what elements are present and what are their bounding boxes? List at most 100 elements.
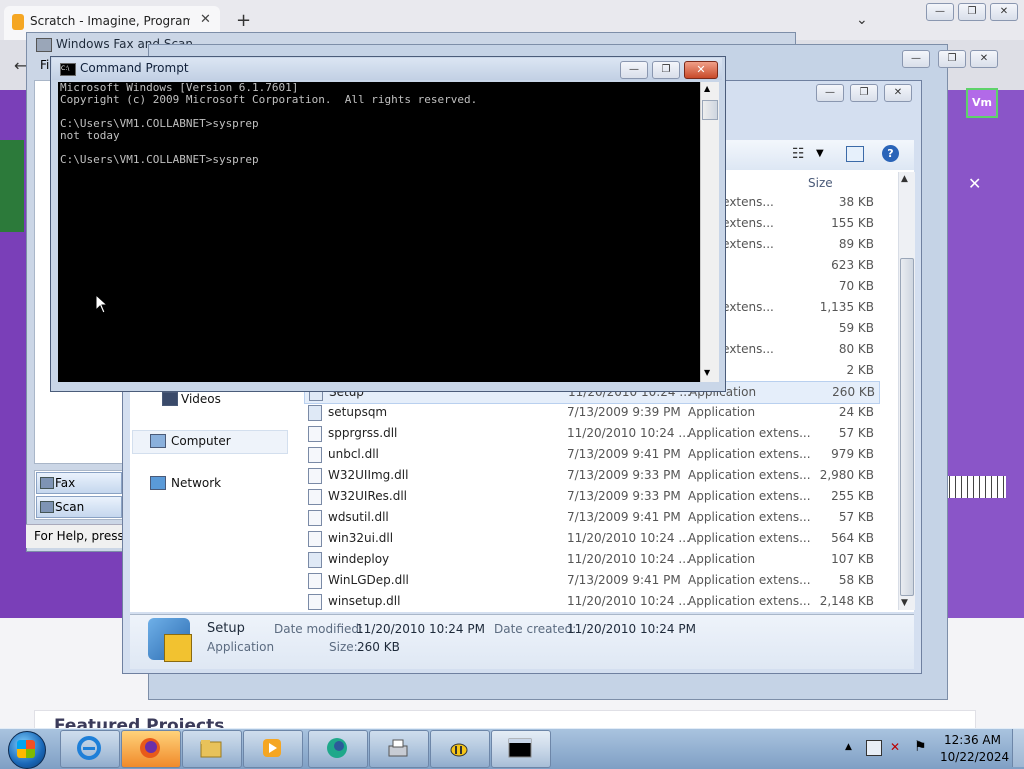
fax-status-bar: For Help, press F1 [26,524,122,548]
file-size: 59 KB [838,321,874,335]
file-size: 1,135 KB [819,300,874,314]
action-center-flag-icon[interactable]: ⚑ [914,739,927,755]
file-type: Application extens... [688,531,811,545]
file-type: Application extens... [688,510,811,524]
table-row[interactable]: wdsutil.dll 7/13/2009 9:41 PM Application … [304,507,878,528]
tab-close-icon[interactable]: ✕ [200,12,211,27]
file-size: 2,980 KB [819,468,874,482]
file-size: 979 KB [831,447,874,461]
file-date-modified: 7/13/2009 9:41 PM [567,447,681,461]
table-row[interactable]: WinLGDep.dll 7/13/2009 9:41 PM Application… [304,570,878,591]
clock-date[interactable]: 10/22/2024 [940,750,1009,764]
details-created-value: 11/20/2010 10:24 PM [567,622,696,636]
explorer-back-minimize-button[interactable]: — [902,50,930,68]
file-size: 57 KB [838,426,874,440]
explorer-maximize-button[interactable]: ❐ [850,84,878,102]
table-row[interactable]: setupsqm 7/13/2009 9:39 PM Application 24 K… [304,402,878,423]
cmd-scroll-down-icon[interactable]: ▼ [704,368,710,377]
file-date-modified: 7/13/2009 9:33 PM [567,489,681,503]
firefox-icon [140,738,160,758]
explorer-back-maximize-button[interactable]: ❐ [938,50,966,68]
cmd-scroll-up-icon[interactable]: ▲ [704,84,710,93]
explorer-back-close-button[interactable]: ✕ [970,50,998,68]
computer-icon [150,434,166,448]
file-size: 260 KB [832,385,875,399]
cmd-close-button[interactable]: ✕ [684,61,718,79]
cmd-scrollbar-thumb[interactable] [702,100,718,120]
file-date-modified: 7/13/2009 9:33 PM [567,468,681,482]
file-icon [308,489,322,505]
file-name: spprgrss.dll [328,426,398,440]
file-size: 80 KB [838,342,874,356]
file-name: W32UIImg.dll [328,468,409,482]
file-name: setupsqm [328,405,388,419]
show-hidden-icons-icon[interactable]: ▲ [845,742,852,752]
file-type: Application [688,405,756,419]
file-size: 107 KB [831,552,874,566]
cmd-maximize-button[interactable]: ❐ [652,61,680,79]
table-row[interactable]: spprgrss.dll 11/20/2010 10:24 ... Applicat… [304,423,878,444]
table-row[interactable]: winsetup.dll 11/20/2010 10:24 ... Applicat… [304,591,878,612]
command-prompt-icon [508,738,532,758]
explorer-close-button[interactable]: ✕ [884,84,912,102]
cmd-scrollbar[interactable] [700,82,719,382]
volume-muted-icon[interactable]: ✕ [890,740,900,754]
browser-minimize-button[interactable]: — [926,3,954,21]
scroll-down-arrow-icon[interactable]: ▼ [901,598,908,608]
tab-list-chevron-icon[interactable]: ⌄ [856,12,868,28]
browser-maximize-button[interactable]: ❐ [958,3,986,21]
network-tray-icon[interactable] [866,740,882,756]
file-date-modified: 7/13/2009 9:39 PM [567,405,681,419]
banner-close-icon[interactable]: ✕ [968,174,981,193]
scrollbar-thumb[interactable] [900,258,914,596]
file-icon [308,552,322,568]
nav-item-videos[interactable]: Videos [181,392,221,406]
explorer-minimize-button[interactable]: — [816,84,844,102]
browser-close-button[interactable]: ✕ [990,3,1018,21]
table-row[interactable]: windeploy 11/20/2010 10:24 ... Application… [304,549,878,570]
fax-nav-label: Fax [55,476,76,490]
file-type: Application extens... [688,426,811,440]
network-icon [150,476,166,490]
file-name: win32ui.dll [328,531,394,545]
file-icon [308,426,322,442]
views-icon[interactable]: ☷ [792,146,805,162]
file-icon [308,510,322,526]
cmd-window-title: Command Prompt [80,61,189,75]
file-size: 564 KB [831,531,874,545]
preview-pane-icon[interactable] [846,146,864,162]
scroll-up-arrow-icon[interactable]: ▲ [901,174,908,184]
file-size: 2,148 KB [819,594,874,608]
cmd-minimize-button[interactable]: — [620,61,648,79]
file-icon [308,447,322,463]
fax-nav-scan[interactable]: Scan [36,496,122,518]
fax-nav-fax[interactable]: Fax [36,472,122,494]
table-row[interactable]: unbcl.dll 7/13/2009 9:41 PM Application ex… [304,444,878,465]
setup-shield-icon [164,634,192,662]
videos-icon [162,392,178,406]
help-icon[interactable]: ? [882,145,899,162]
scratch-side-banner [0,140,24,232]
nav-item-network[interactable]: Network [171,476,221,490]
show-desktop-button[interactable] [1012,729,1024,767]
scratch-tab-icon [12,14,24,30]
details-size-label: Size: [329,640,358,654]
nav-item-computer[interactable]: Computer [171,434,231,448]
table-row[interactable]: W32UIImg.dll 7/13/2009 9:33 PM Application… [304,465,878,486]
clock-time[interactable]: 12:36 AM [944,733,1001,747]
details-file-type: Application [207,640,275,654]
file-icon [308,531,322,547]
media-player-icon [263,739,281,757]
file-type: Application extens... [688,447,811,461]
views-dropdown-icon[interactable]: ▼ [816,148,824,159]
new-tab-button[interactable]: + [236,10,251,31]
column-header-size[interactable]: Size [808,176,833,190]
table-row[interactable]: win32ui.dll 11/20/2010 10:24 ... Applicati… [304,528,878,549]
file-size: 24 KB [838,405,874,419]
file-date-modified: 11/20/2010 10:24 ... [567,594,690,608]
details-size-value: 260 KB [357,640,400,654]
fax-menu-file[interactable]: Fi [40,58,49,72]
file-name: wdsutil.dll [328,510,389,524]
table-row[interactable]: W32UIRes.dll 7/13/2009 9:33 PM Application… [304,486,878,507]
vm-logo[interactable]: Vm [966,88,998,118]
